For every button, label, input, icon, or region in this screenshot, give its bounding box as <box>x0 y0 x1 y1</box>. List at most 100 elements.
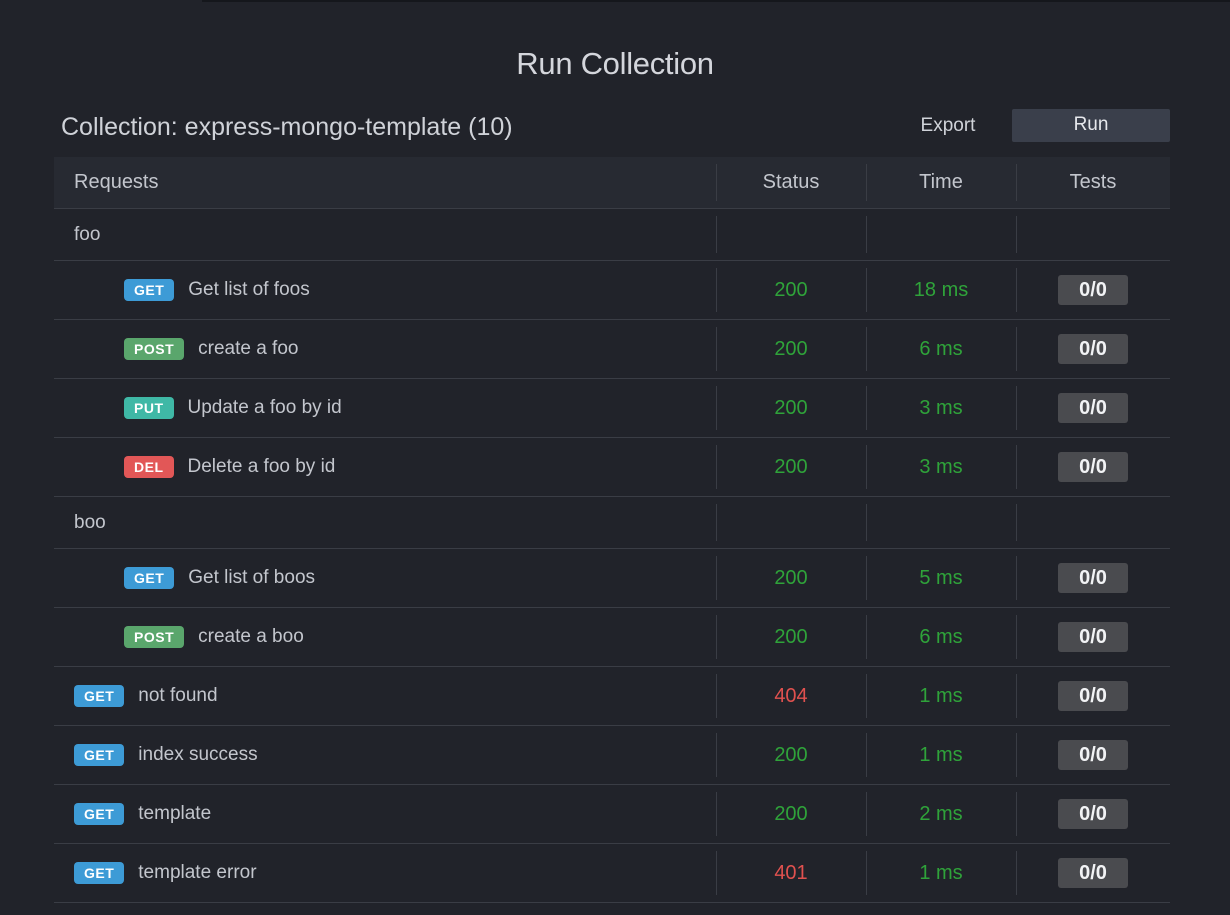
request-name-cell: GET Get list of foos <box>54 261 716 319</box>
request-name-cell: POST create a boo <box>54 608 716 666</box>
folder-row[interactable]: boo <box>54 497 1170 549</box>
request-label: Delete a foo by id <box>187 456 336 477</box>
tests-badge[interactable]: 0/0 <box>1058 334 1128 364</box>
status-code: 404 <box>774 684 808 707</box>
request-label: Get list of boos <box>188 567 316 588</box>
request-name-cell: GET not found <box>54 667 716 725</box>
status-cell: 200 <box>716 549 866 607</box>
tests-badge[interactable]: 0/0 <box>1058 275 1128 305</box>
request-label: create a boo <box>198 626 304 647</box>
page-title: Run Collection <box>516 46 714 81</box>
tests-badge[interactable]: 0/0 <box>1058 740 1128 770</box>
request-name-cell: POST create a foo <box>54 320 716 378</box>
column-divider <box>716 216 717 253</box>
tests-cell: 0/0 <box>1016 667 1170 725</box>
response-time: 1 ms <box>919 861 963 884</box>
collection-name: Collection: express-mongo-template (10) <box>61 113 513 141</box>
response-time: 1 ms <box>919 743 963 766</box>
status-code: 200 <box>774 625 808 648</box>
request-row[interactable]: PUT Update a foo by id 200 3 ms 0/0 <box>54 379 1170 438</box>
status-cell: 200 <box>716 726 866 784</box>
method-badge: GET <box>74 685 125 707</box>
collection-header: Collection: express-mongo-template (10) … <box>54 108 1170 148</box>
status-code: 401 <box>774 861 808 884</box>
tests-badge[interactable]: 0/0 <box>1058 563 1128 593</box>
tests-cell: 0/0 <box>1016 320 1170 378</box>
tests-badge[interactable]: 0/0 <box>1058 622 1128 652</box>
request-label: create a foo <box>198 338 299 359</box>
request-label: template error <box>138 862 257 883</box>
status-code: 200 <box>774 802 808 825</box>
status-cell: 200 <box>716 379 866 437</box>
time-cell: 6 ms <box>866 608 1016 666</box>
time-cell: 3 ms <box>866 379 1016 437</box>
tests-cell: 0/0 <box>1016 549 1170 607</box>
request-name-cell: GET template error <box>54 844 716 902</box>
response-time: 3 ms <box>919 455 963 478</box>
request-label: index success <box>138 744 258 765</box>
response-time: 3 ms <box>919 396 963 419</box>
request-row[interactable]: POST create a boo 200 6 ms 0/0 <box>54 608 1170 667</box>
response-time: 6 ms <box>919 337 963 360</box>
column-divider <box>1016 504 1017 541</box>
request-name-cell: PUT Update a foo by id <box>54 379 716 437</box>
tests-badge[interactable]: 0/0 <box>1058 452 1128 482</box>
method-badge: GET <box>74 744 125 766</box>
method-badge: GET <box>124 279 175 301</box>
tests-badge[interactable]: 0/0 <box>1058 393 1128 423</box>
request-row[interactable]: GET template error 401 1 ms 0/0 <box>54 844 1170 903</box>
request-label: template <box>138 803 212 824</box>
status-cell: 200 <box>716 785 866 843</box>
run-button[interactable]: Run <box>1012 109 1170 142</box>
status-code: 200 <box>774 743 808 766</box>
time-cell: 1 ms <box>866 667 1016 725</box>
export-button[interactable]: Export <box>902 109 994 143</box>
method-badge: GET <box>124 567 175 589</box>
status-cell: 200 <box>716 608 866 666</box>
top-divider <box>202 0 1230 2</box>
status-cell: 404 <box>716 667 866 725</box>
folder-row[interactable]: foo <box>54 209 1170 261</box>
folder-label: boo <box>74 511 106 533</box>
request-name-cell: DEL Delete a foo by id <box>54 438 716 496</box>
tests-badge[interactable]: 0/0 <box>1058 681 1128 711</box>
request-name-cell: GET template <box>54 785 716 843</box>
time-cell: 1 ms <box>866 726 1016 784</box>
request-row[interactable]: POST create a foo 200 6 ms 0/0 <box>54 320 1170 379</box>
response-time: 1 ms <box>919 684 963 707</box>
status-code: 200 <box>774 396 808 419</box>
header-requests: Requests <box>74 171 159 193</box>
request-row[interactable]: DEL Delete a foo by id 200 3 ms 0/0 <box>54 438 1170 497</box>
method-badge: PUT <box>124 397 174 419</box>
tests-badge[interactable]: 0/0 <box>1058 858 1128 888</box>
request-row[interactable]: GET Get list of foos 200 18 ms 0/0 <box>54 261 1170 320</box>
tests-cell: 0/0 <box>1016 785 1170 843</box>
header-time: Time <box>919 171 963 193</box>
request-row[interactable]: GET template 200 2 ms 0/0 <box>54 785 1170 844</box>
table-body: foo GET Get list of foos 200 18 ms 0/0 POST cre… <box>54 209 1170 903</box>
tests-cell: 0/0 <box>1016 379 1170 437</box>
column-divider <box>716 504 717 541</box>
response-time: 18 ms <box>913 278 969 301</box>
request-row[interactable]: GET not found 404 1 ms 0/0 <box>54 667 1170 726</box>
method-badge: GET <box>74 862 125 884</box>
method-badge: GET <box>74 803 125 825</box>
tests-cell: 0/0 <box>1016 726 1170 784</box>
request-label: Get list of foos <box>188 279 310 300</box>
request-label: Update a foo by id <box>187 397 342 418</box>
status-cell: 200 <box>716 320 866 378</box>
method-badge: POST <box>124 338 185 360</box>
run-collection-page: Run Collection Collection: express-mongo… <box>0 0 1230 915</box>
header-status: Status <box>762 171 820 193</box>
request-row[interactable]: GET index success 200 1 ms 0/0 <box>54 726 1170 785</box>
tests-cell: 0/0 <box>1016 844 1170 902</box>
time-cell: 6 ms <box>866 320 1016 378</box>
time-cell: 2 ms <box>866 785 1016 843</box>
column-divider <box>866 504 867 541</box>
tests-badge[interactable]: 0/0 <box>1058 799 1128 829</box>
request-row[interactable]: GET Get list of boos 200 5 ms 0/0 <box>54 549 1170 608</box>
time-cell: 3 ms <box>866 438 1016 496</box>
folder-label: foo <box>74 223 101 245</box>
request-name-cell: GET Get list of boos <box>54 549 716 607</box>
method-badge: DEL <box>124 456 174 478</box>
